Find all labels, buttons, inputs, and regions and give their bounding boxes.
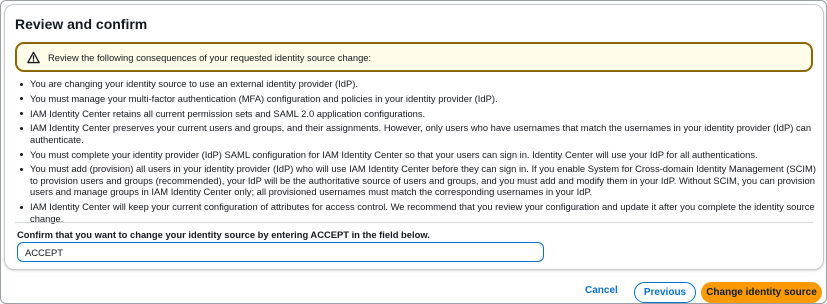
list-item: You must manage your multi-factor authen… (19, 93, 819, 105)
change-identity-source-button[interactable]: Change identity source (701, 282, 822, 303)
cancel-button[interactable]: Cancel (585, 285, 618, 296)
list-item: IAM Identity Center retains all current … (19, 108, 819, 120)
warning-alert: Review the following consequences of you… (15, 42, 813, 72)
window-frame: Review and confirm Review the following … (0, 0, 827, 304)
confirm-label: Confirm that you want to change your ide… (17, 229, 430, 240)
confirm-input[interactable] (17, 242, 544, 262)
panel-title: Review and confirm (15, 16, 148, 32)
list-item: IAM Identity Center will keep your curre… (19, 201, 819, 224)
warning-icon (27, 51, 40, 64)
consequences-list: You are changing your identity source to… (19, 78, 819, 228)
alert-text: Review the following consequences of you… (48, 51, 372, 63)
previous-button[interactable]: Previous (634, 282, 696, 303)
review-panel: Review and confirm Review the following … (4, 4, 824, 270)
list-item: You must complete your identity provider… (19, 149, 819, 161)
list-item: You must add (provision) all users in yo… (19, 163, 819, 198)
divider (15, 222, 813, 223)
list-item: You are changing your identity source to… (19, 78, 819, 90)
list-item: IAM Identity Center preserves your curre… (19, 122, 819, 145)
